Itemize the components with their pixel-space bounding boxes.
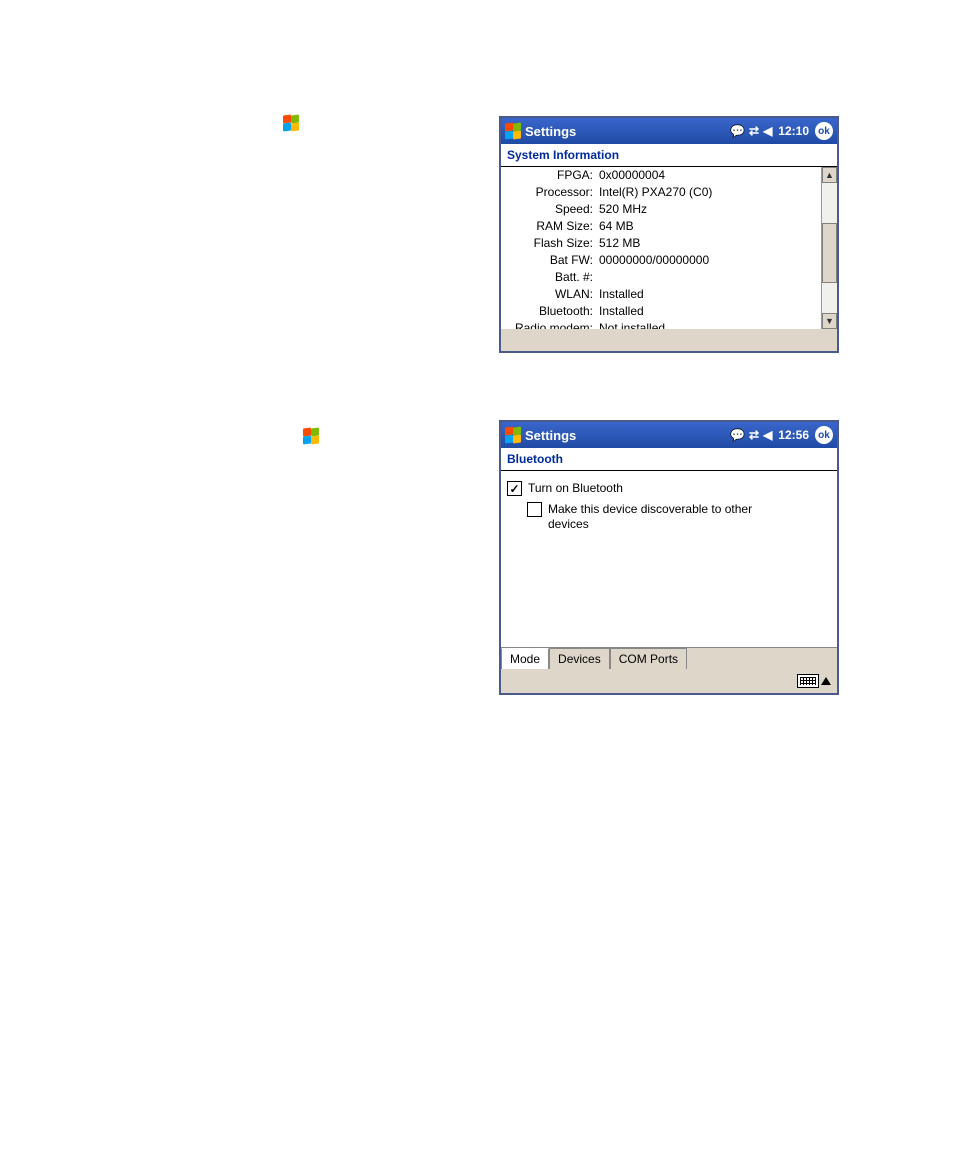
info-value: 512 MB: [599, 235, 817, 252]
footer-bar: [501, 329, 837, 351]
info-row: Bluetooth:Installed: [505, 303, 817, 320]
ok-button[interactable]: ok: [815, 426, 833, 444]
start-logo-icon[interactable]: [505, 123, 521, 139]
scroll-track[interactable]: [822, 183, 837, 313]
info-value: Installed: [599, 303, 817, 320]
turn-on-bluetooth-checkbox[interactable]: ✓: [507, 481, 522, 496]
volume-icon[interactable]: ◀: [763, 124, 772, 138]
settings-window-bluetooth: Settings 💬 ⇄ ◀ 12:56 ok Bluetooth ✓ Turn…: [499, 420, 839, 695]
titlebar: Settings 💬 ⇄ ◀ 12:56 ok: [501, 422, 837, 448]
scrollbar[interactable]: ▲ ▼: [821, 167, 837, 329]
info-row: Radio modem:Not installed: [505, 320, 817, 329]
chat-icon[interactable]: 💬: [730, 428, 745, 442]
info-row: FPGA:0x00000004: [505, 167, 817, 184]
clock: 12:10: [778, 124, 809, 138]
scroll-thumb[interactable]: [822, 223, 837, 283]
info-row: Processor:Intel(R) PXA270 (C0): [505, 184, 817, 201]
info-row: RAM Size:64 MB: [505, 218, 817, 235]
checkbox-label: Make this device discoverable to other d…: [548, 502, 768, 532]
tab-com-ports[interactable]: COM Ports: [610, 648, 687, 669]
info-label: Bat FW:: [505, 252, 599, 269]
settings-window-sysinfo: Settings 💬 ⇄ ◀ 12:10 ok System Informati…: [499, 116, 839, 353]
sip-menu-up-icon[interactable]: [821, 677, 831, 685]
tab-mode[interactable]: Mode: [501, 648, 549, 669]
windows-logo-icon: [303, 428, 319, 444]
info-label: FPGA:: [505, 167, 599, 184]
start-logo-icon[interactable]: [505, 427, 521, 443]
tab-devices[interactable]: Devices: [549, 648, 610, 669]
info-value: 0x00000004: [599, 167, 817, 184]
scroll-up-button[interactable]: ▲: [822, 167, 837, 183]
info-value: [599, 269, 817, 286]
clock: 12:56: [778, 428, 809, 442]
info-value: Installed: [599, 286, 817, 303]
info-label: Batt. #:: [505, 269, 599, 286]
window-title: Settings: [525, 124, 730, 139]
keyboard-icon[interactable]: [797, 674, 819, 688]
discoverable-checkbox[interactable]: [527, 502, 542, 517]
chat-icon[interactable]: 💬: [730, 124, 745, 138]
info-label: Bluetooth:: [505, 303, 599, 320]
info-value: 00000000/00000000: [599, 252, 817, 269]
bluetooth-content: ✓ Turn on Bluetooth Make this device dis…: [501, 471, 837, 647]
windows-logo-icon: [283, 115, 299, 131]
checkbox-row-discoverable: Make this device discoverable to other d…: [527, 502, 831, 532]
volume-icon[interactable]: ◀: [763, 428, 772, 442]
section-title: System Information: [501, 144, 837, 167]
info-label: Speed:: [505, 201, 599, 218]
info-row: Bat FW:00000000/00000000: [505, 252, 817, 269]
window-title: Settings: [525, 428, 730, 443]
connectivity-icon[interactable]: ⇄: [749, 428, 759, 442]
scroll-down-button[interactable]: ▼: [822, 313, 837, 329]
sysinfo-content: FPGA:0x00000004 Processor:Intel(R) PXA27…: [501, 167, 837, 329]
info-value: Not installed: [599, 320, 817, 329]
ok-button[interactable]: ok: [815, 122, 833, 140]
info-label: Processor:: [505, 184, 599, 201]
sip-bar: [501, 669, 837, 693]
checkbox-row-turn-on-bluetooth: ✓ Turn on Bluetooth: [507, 481, 831, 496]
sysinfo-rows: FPGA:0x00000004 Processor:Intel(R) PXA27…: [501, 167, 821, 329]
info-row: Speed:520 MHz: [505, 201, 817, 218]
checkbox-label: Turn on Bluetooth: [528, 481, 623, 496]
info-value: Intel(R) PXA270 (C0): [599, 184, 817, 201]
info-label: Flash Size:: [505, 235, 599, 252]
info-row: WLAN:Installed: [505, 286, 817, 303]
info-value: 64 MB: [599, 218, 817, 235]
info-value: 520 MHz: [599, 201, 817, 218]
info-row: Batt. #:: [505, 269, 817, 286]
info-row: Flash Size:512 MB: [505, 235, 817, 252]
tabs: Mode Devices COM Ports: [501, 647, 837, 669]
info-label: Radio modem:: [505, 320, 599, 329]
titlebar: Settings 💬 ⇄ ◀ 12:10 ok: [501, 118, 837, 144]
info-label: WLAN:: [505, 286, 599, 303]
connectivity-icon[interactable]: ⇄: [749, 124, 759, 138]
info-label: RAM Size:: [505, 218, 599, 235]
section-title: Bluetooth: [501, 448, 837, 471]
